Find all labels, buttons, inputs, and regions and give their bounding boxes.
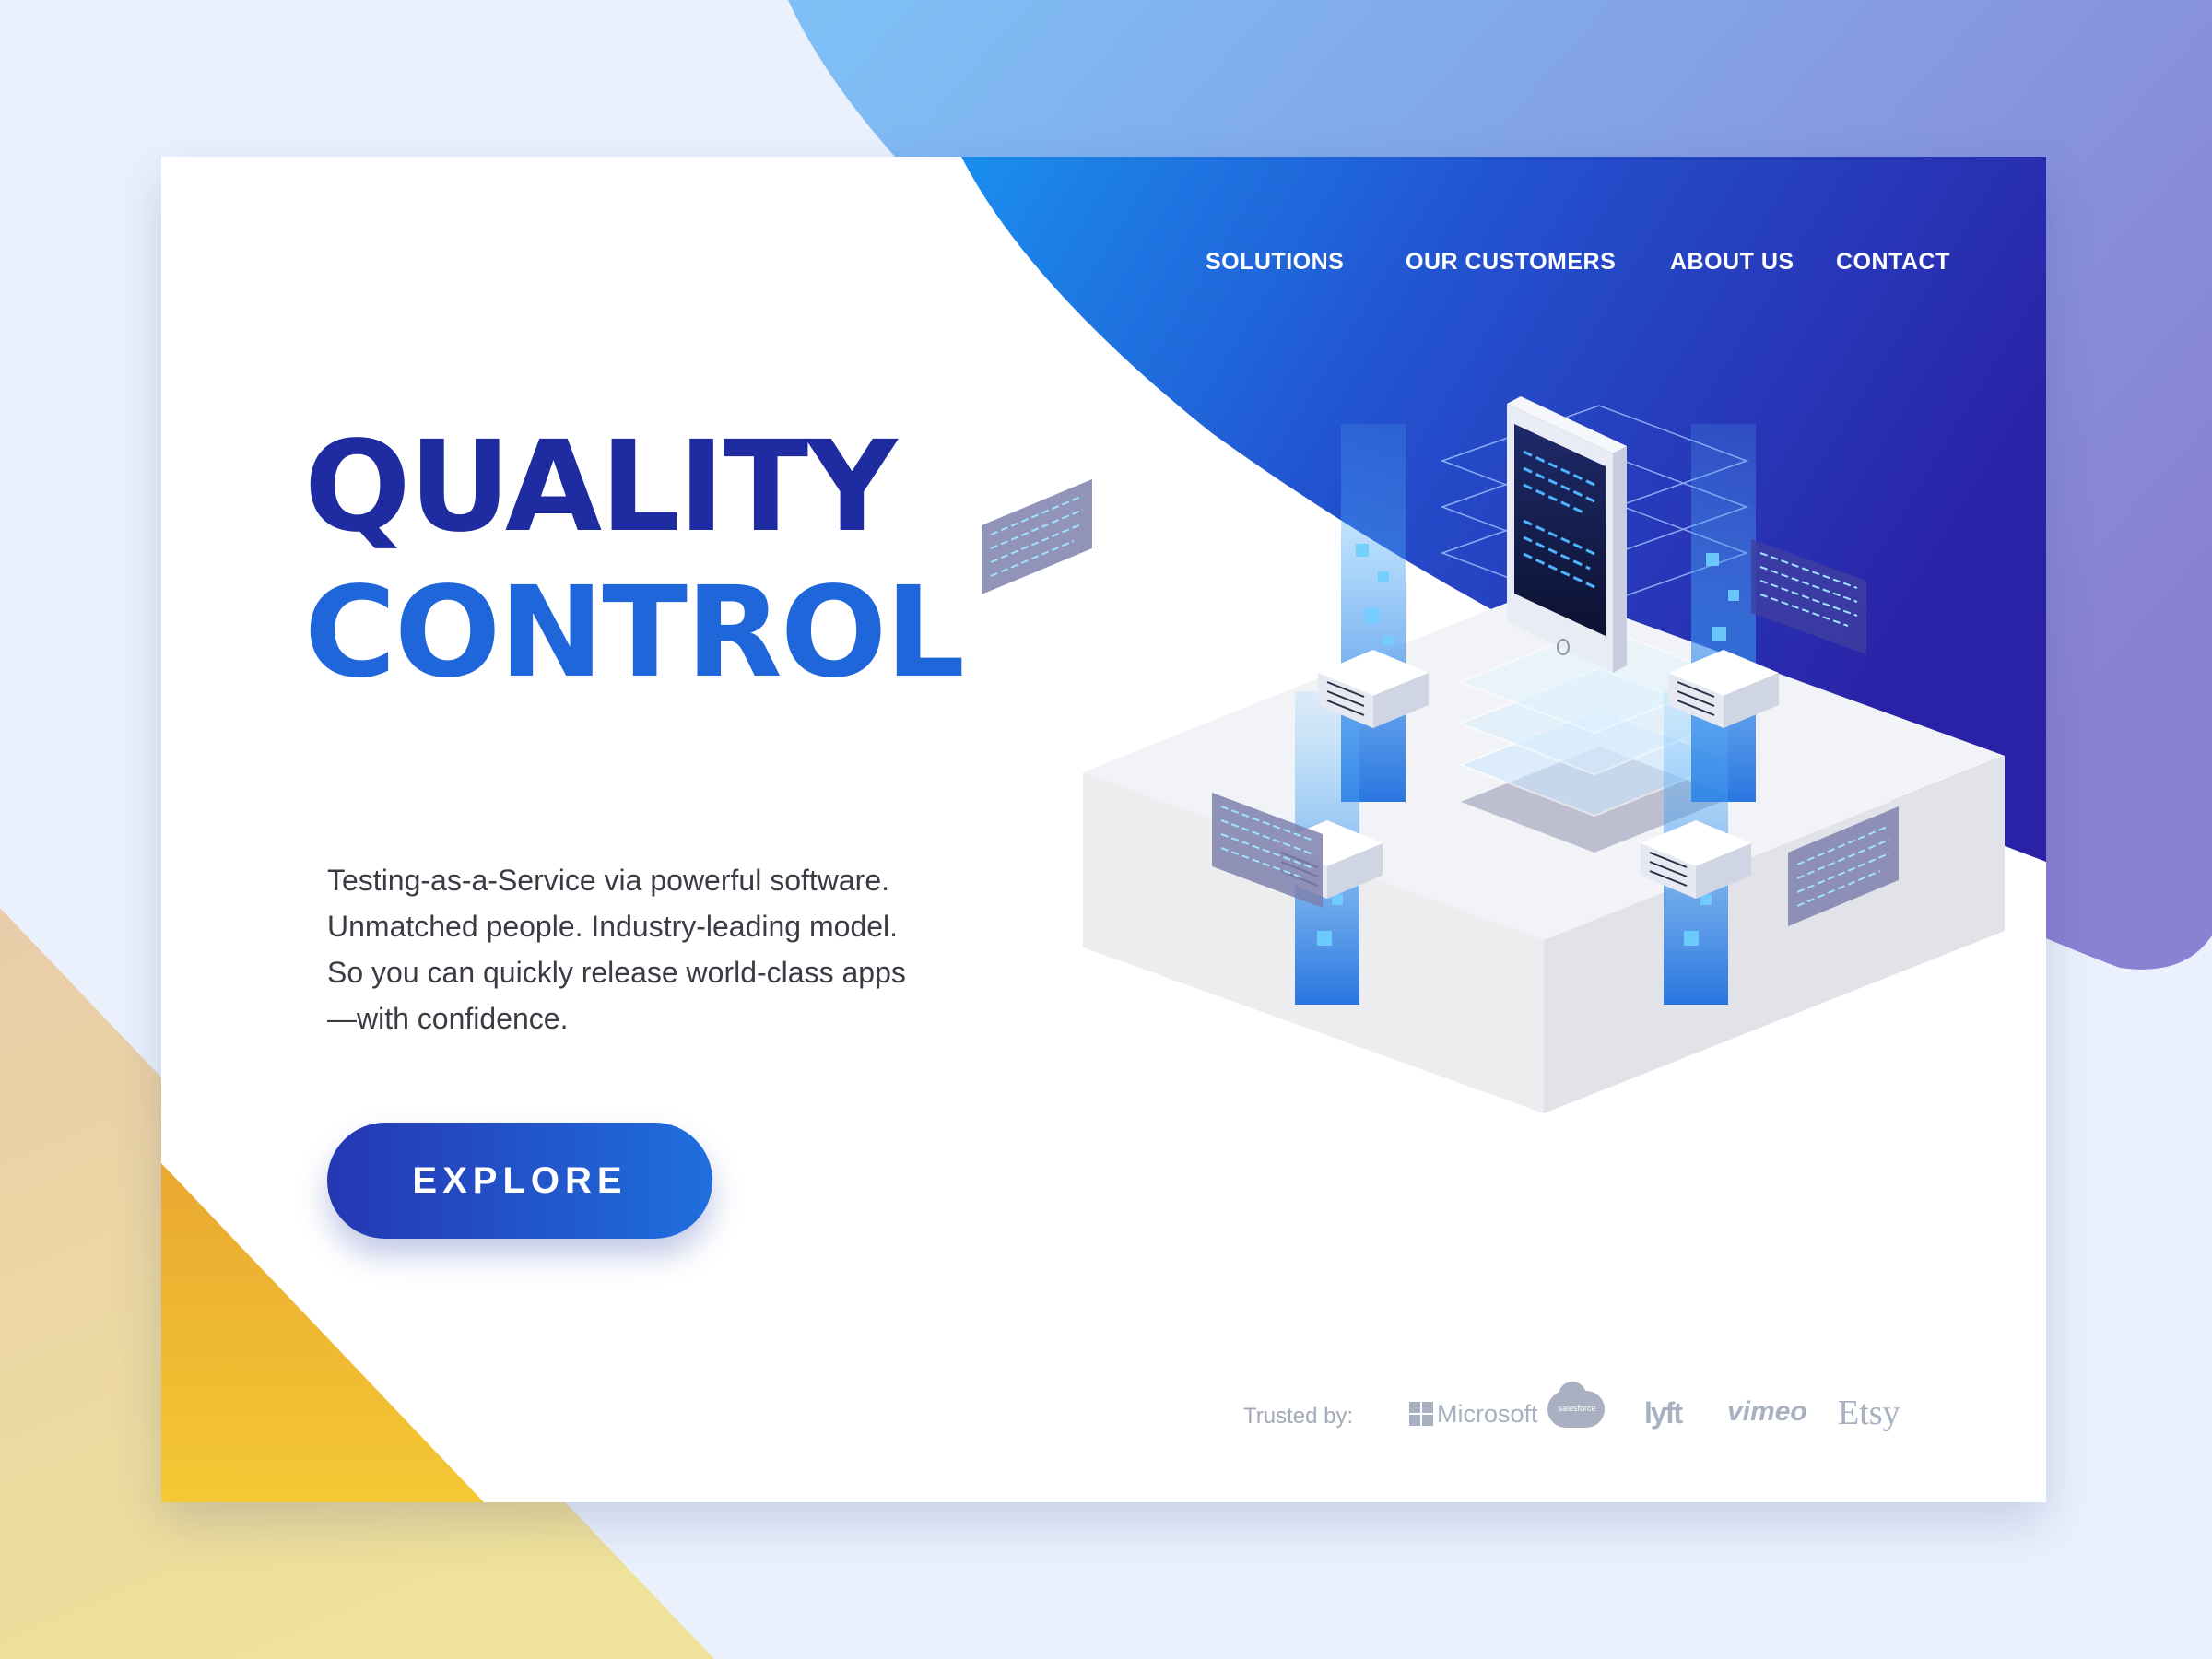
hero-title-line2: CONTROL [304,560,965,706]
salesforce-logo[interactable]: salesforce [1547,1382,1606,1433]
hero-title: QUALITY CONTROL [304,415,965,706]
lyft-logo[interactable]: lyft [1644,1396,1683,1430]
trusted-by-bar: Trusted by: Microsoft salesforce lyft vi… [1243,1382,2036,1442]
main-nav: SOLUTIONS OUR CUSTOMERS ABOUT US CONTACT [161,249,2046,286]
description-line: Testing-as-a-Service via powerful softwa… [327,864,890,897]
code-panel-icon [982,479,1092,594]
salesforce-logo-text: salesforce [1558,1404,1596,1413]
description-line: So you can quickly release world-class a… [327,956,906,989]
nav-link-solutions[interactable]: SOLUTIONS [1206,249,1344,276]
microsoft-logo-text: Microsoft [1437,1400,1538,1428]
hero-description: Testing-as-a-Service via powerful softwa… [327,857,991,1041]
nav-link-our-customers[interactable]: OUR CUSTOMERS [1406,249,1616,276]
description-line: —with confidence. [327,1002,569,1035]
trusted-by-label: Trusted by: [1243,1404,1354,1429]
landing-card: SOLUTIONS OUR CUSTOMERS ABOUT US CONTACT… [161,157,2046,1502]
card-graphics [161,157,2046,1502]
nav-link-contact[interactable]: CONTACT [1836,249,1950,276]
vimeo-logo[interactable]: vimeo [1727,1396,1807,1428]
explore-button[interactable]: EXPLORE [327,1123,712,1239]
nav-link-about-us[interactable]: ABOUT US [1670,249,1794,276]
hero-title-line1: QUALITY [304,415,898,560]
microsoft-grid-icon [1409,1402,1433,1426]
microsoft-logo[interactable]: Microsoft [1409,1400,1538,1429]
description-line: Unmatched people. Industry-leading model… [327,910,899,943]
etsy-logo[interactable]: Etsy [1838,1393,1900,1433]
